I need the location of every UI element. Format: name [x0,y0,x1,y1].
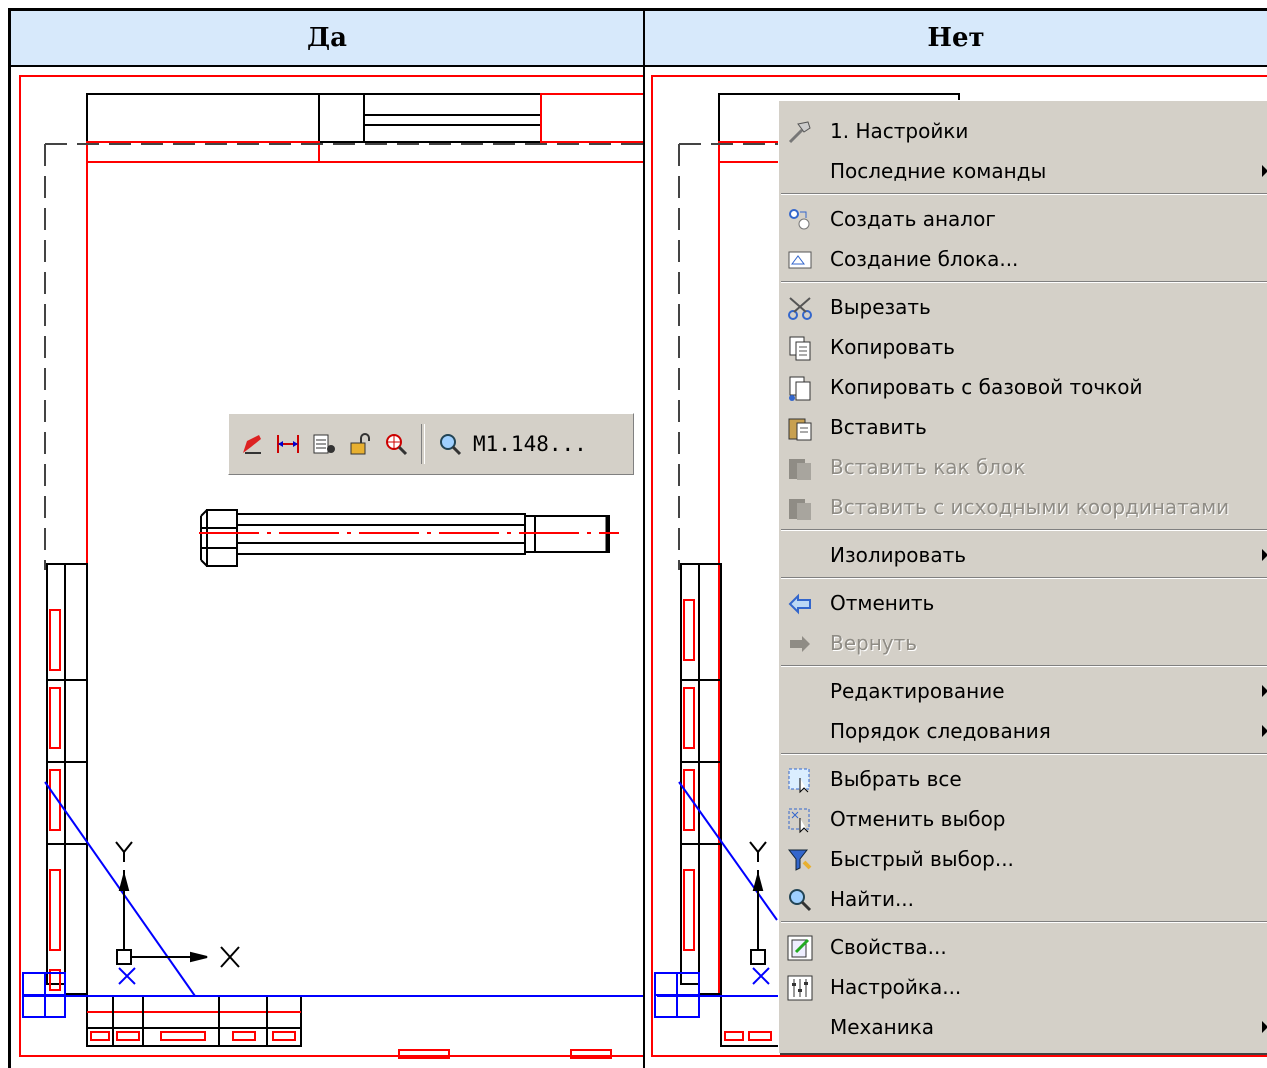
scissors-icon [785,293,815,323]
menu-item-label: Создать аналог [830,207,996,231]
settings-icon [785,973,815,1003]
menu-item[interactable]: Редактирование [779,671,1267,711]
menu-item[interactable]: Найти... [779,879,1267,919]
menu-item[interactable]: Настройка... [779,967,1267,1007]
submenu-arrow-icon [1262,1021,1267,1033]
menu-item-label: Вырезать [830,295,931,319]
menu-separator [781,665,1267,667]
quick-select-icon [785,845,815,875]
find-icon [785,885,815,915]
menu-item-label: Порядок следования [830,719,1051,743]
menu-item[interactable]: Отменить выбор [779,799,1267,839]
menu-item[interactable]: Копировать с базовой точкой [779,367,1267,407]
menu-separator [781,921,1267,923]
properties-icon [785,933,815,963]
menu-item-label: 1. Настройки [830,119,969,143]
submenu-arrow-icon [1262,549,1267,561]
menu-item[interactable]: Быстрый выбор... [779,839,1267,879]
drawing-yes [19,75,643,1059]
copy-base-point-icon [785,373,815,403]
unlock-icon[interactable] [345,429,375,459]
undo-icon [785,589,815,619]
menu-item-label: Копировать [830,335,955,359]
paste-coords-icon [785,493,815,523]
menu-item-label: Редактирование [830,679,1005,703]
menu-item[interactable]: Изолировать [779,535,1267,575]
menu-item-label: Вставить как блок [830,455,1026,479]
deselect-icon [785,805,815,835]
header-no: Нет [645,11,1267,67]
menu-item-label: Вернуть [830,631,918,655]
toolbar-separator [421,424,425,464]
menu-item[interactable]: Вставить [779,407,1267,447]
menu-item-label: Вставить с исходными координатами [830,495,1230,519]
menu-item: Вставить с исходными координатами [779,487,1267,527]
menu-separator [781,193,1267,195]
menu-item[interactable]: Создание блока... [779,239,1267,279]
magnifier-icon[interactable] [435,429,465,459]
menu-item-label: Отменить выбор [830,807,1006,831]
menu-item: Вставить как блок [779,447,1267,487]
paste-icon [785,413,815,443]
dimension-icon[interactable] [273,429,303,459]
menu-item-label: Копировать с базовой точкой [830,375,1143,399]
menu-item[interactable]: Свойства... [779,927,1267,967]
layer-tool-icon[interactable] [309,429,339,459]
menu-item-label: Выбрать все [830,767,962,791]
header-yes: Да [11,11,643,67]
create-block-icon [785,245,815,275]
menu-item-label: Механика [830,1015,935,1039]
menu-item-label: Найти... [830,887,915,911]
menu-item[interactable]: Отменить [779,583,1267,623]
menu-separator [781,577,1267,579]
menu-item-label: Настройка... [830,975,962,999]
edit-object-icon[interactable] [237,429,267,459]
menu-separator [781,529,1267,531]
submenu-arrow-icon [1262,725,1267,737]
create-analog-icon [785,205,815,235]
menu-item-label: Отменить [830,591,935,615]
menu-item: Вернуть [779,623,1267,663]
menu-item-label: Последние команды [830,159,1047,183]
paste-block-icon [785,453,815,483]
menu-item[interactable]: Копировать [779,327,1267,367]
scale-label[interactable]: M1.148... [473,432,587,456]
menu-separator [781,281,1267,283]
submenu-arrow-icon [1262,685,1267,697]
drawing-canvas-yes[interactable]: M1.148... [11,70,643,1068]
redo-icon [785,629,815,659]
copy-icon [785,333,815,363]
menu-item[interactable]: Последние команды [779,151,1267,191]
select-all-icon [785,765,815,795]
menu-item[interactable]: Выбрать все [779,759,1267,799]
menu-item-label: Быстрый выбор... [830,847,1014,871]
hammer-icon [785,117,815,147]
submenu-arrow-icon [1262,165,1267,177]
menu-item-label: Вставить [830,415,927,439]
menu-item[interactable]: 1. Настройки [779,111,1267,151]
menu-item[interactable]: Создать аналог [779,199,1267,239]
menu-item-label: Изолировать [830,543,967,567]
menu-item[interactable]: Порядок следования [779,711,1267,751]
context-menu: 1. Настройки Последние команды Создать ана… [778,100,1267,1053]
quick-toolbar: M1.148... [228,413,634,475]
menu-item-label: Свойства... [830,935,947,959]
zoom-object-icon[interactable] [381,429,411,459]
menu-item-label: Создание блока... [830,247,1019,271]
menu-separator [781,753,1267,755]
menu-item[interactable]: Механика [779,1007,1267,1047]
menu-item[interactable]: Вырезать [779,287,1267,327]
